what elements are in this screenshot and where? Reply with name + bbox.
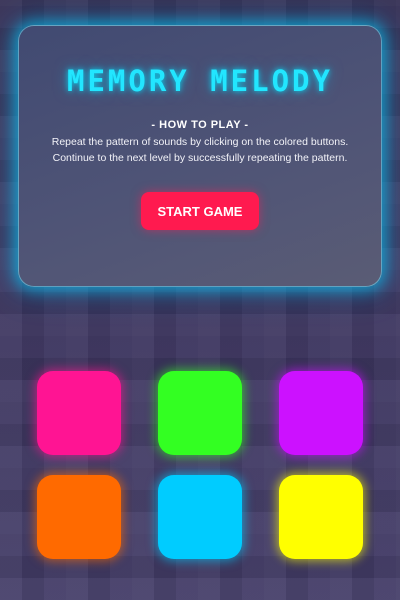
instruction-line: Repeat the pattern of sounds by clicking… xyxy=(51,136,349,148)
instruction-line: Continue to the next level by successful… xyxy=(52,152,348,164)
game-panel: MEMORY MELODY - HOW TO PLAY - Repeat the… xyxy=(18,25,382,287)
instructions-text: Repeat the pattern of sounds by clicking… xyxy=(27,134,373,166)
game-title: MEMORY MELODY xyxy=(67,64,333,98)
purple-pad[interactable] xyxy=(279,371,363,455)
pink-pad[interactable] xyxy=(37,371,121,455)
yellow-pad[interactable] xyxy=(279,475,363,559)
how-to-play-heading: - HOW TO PLAY - xyxy=(151,119,249,131)
green-pad[interactable] xyxy=(158,371,242,455)
orange-pad[interactable] xyxy=(37,475,121,559)
start-game-button[interactable]: START GAME xyxy=(141,192,259,230)
cyan-pad[interactable] xyxy=(158,475,242,559)
